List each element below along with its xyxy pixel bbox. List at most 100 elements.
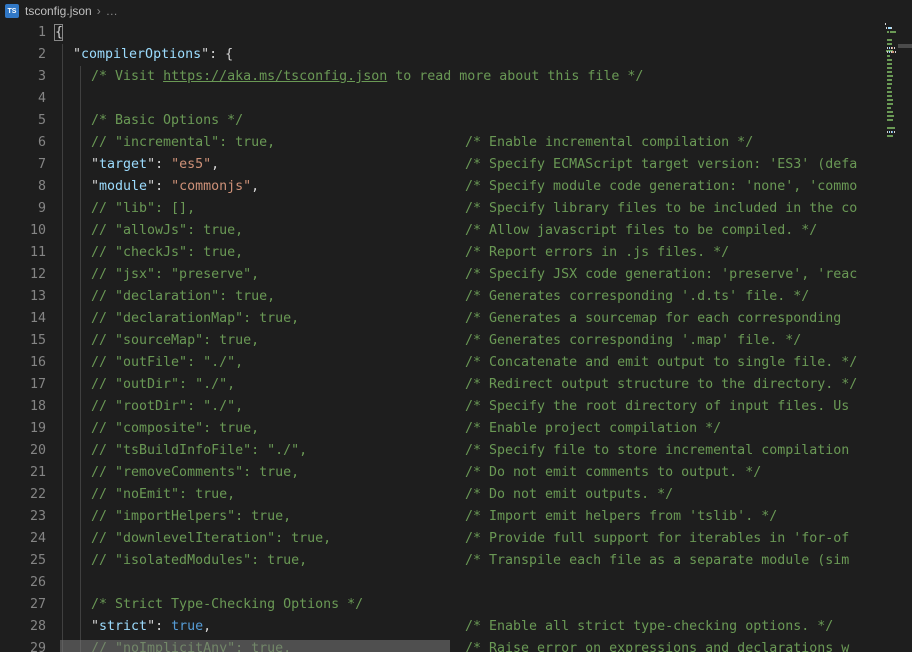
code-line[interactable]: 1{ bbox=[0, 22, 885, 44]
code-line[interactable]: 6 // "incremental": true, /* Enable increm… bbox=[0, 132, 885, 154]
minimap-line bbox=[885, 82, 898, 85]
code-text: /* Basic Options */ bbox=[91, 110, 243, 132]
indent-guide bbox=[62, 308, 63, 330]
minimap-line bbox=[885, 46, 898, 49]
code-text: // "allowJs": true, bbox=[91, 220, 243, 242]
token: " bbox=[91, 619, 100, 634]
horizontal-scrollbar-thumb[interactable] bbox=[60, 640, 450, 652]
indent-guide bbox=[80, 594, 81, 616]
code-line[interactable]: 27 /* Strict Type-Checking Options */ bbox=[0, 594, 885, 616]
trailing-comment: /* Provide full support for iterables in… bbox=[465, 531, 850, 546]
code-text: // "outFile": "./", bbox=[91, 352, 243, 374]
minimap-line bbox=[885, 22, 898, 25]
code-line[interactable]: 5 /* Basic Options */ bbox=[0, 110, 885, 132]
token: // "allowJs": true, bbox=[91, 223, 244, 238]
code-line[interactable]: 24 // "downlevelIteration": true, /* Provi… bbox=[0, 528, 885, 550]
minimap-token bbox=[887, 67, 892, 69]
code-text: /* Visit https://aka.ms/tsconfig.json to… bbox=[91, 66, 643, 88]
overview-ruler-mark bbox=[898, 85, 912, 87]
minimap-token bbox=[887, 107, 892, 109]
indent-guide bbox=[62, 330, 63, 352]
vertical-scrollbar[interactable] bbox=[898, 22, 912, 652]
minimap-token bbox=[887, 91, 892, 93]
indent-guide bbox=[62, 44, 63, 66]
code-line[interactable]: 21 // "removeComments": true, /* Do not em… bbox=[0, 462, 885, 484]
code-line[interactable]: 7 "target": "es5", /* Specify ECMAScript t… bbox=[0, 154, 885, 176]
horizontal-scrollbar[interactable] bbox=[0, 640, 885, 652]
indent-guide bbox=[80, 308, 81, 330]
indent-guide bbox=[62, 88, 63, 110]
code-text: // "isolatedModules": true, bbox=[91, 550, 307, 572]
code-text: // "removeComments": true, bbox=[91, 462, 299, 484]
indent-guide bbox=[62, 242, 63, 264]
minimap-token bbox=[887, 55, 891, 57]
overview-ruler-mark bbox=[898, 112, 912, 114]
code-text: // "jsx": "preserve", bbox=[91, 264, 259, 286]
code-line[interactable]: 22 // "noEmit": true, /* Do not emit outpu… bbox=[0, 484, 885, 506]
code-line[interactable]: 3 /* Visit https://aka.ms/tsconfig.json t… bbox=[0, 66, 885, 88]
code-line[interactable]: 11 // "checkJs": true, /* Report errors in… bbox=[0, 242, 885, 264]
breadcrumb-file[interactable]: tsconfig.json bbox=[25, 4, 92, 18]
editor-surface[interactable]: 1{2 "compilerOptions": {3/* Visit https:/… bbox=[0, 22, 912, 652]
token: // "outDir": "./", bbox=[91, 377, 236, 392]
vscode-editor-window: TS tsconfig.json › … 1{2 "compilerOptions… bbox=[0, 0, 912, 652]
code-line[interactable]: 14 // "declarationMap": true, /* Generates… bbox=[0, 308, 885, 330]
token: // "declarationMap": true, bbox=[91, 311, 300, 326]
line-number: 7 bbox=[37, 157, 46, 172]
line-number: 21 bbox=[29, 465, 46, 480]
minimap-line bbox=[885, 86, 898, 89]
indent-guide bbox=[62, 110, 63, 132]
token: ": bbox=[147, 179, 172, 194]
code-line[interactable]: 15 // "sourceMap": true, /* Generates corr… bbox=[0, 330, 885, 352]
minimap-token bbox=[887, 103, 894, 105]
code-line[interactable]: 4 bbox=[0, 88, 885, 110]
code-line[interactable]: 10 // "allowJs": true, /* Allow javascript… bbox=[0, 220, 885, 242]
code-line[interactable]: 2 "compilerOptions": { bbox=[0, 44, 885, 66]
line-number: 14 bbox=[29, 311, 46, 326]
indent-guide bbox=[62, 396, 63, 418]
trailing-comment: /* Specify module code generation: 'none… bbox=[465, 179, 858, 194]
code-line[interactable]: 19 // "composite": true, /* Enable project… bbox=[0, 418, 885, 440]
code-line[interactable]: 26 bbox=[0, 572, 885, 594]
bracket-match-box bbox=[54, 24, 63, 41]
minimap[interactable] bbox=[885, 22, 898, 652]
doc-link[interactable]: https://aka.ms/tsconfig.json bbox=[163, 69, 387, 84]
code-text: "module": "commonjs", bbox=[91, 176, 259, 198]
token: "commonjs" bbox=[171, 179, 252, 194]
overview-ruler-mark bbox=[898, 64, 912, 66]
token: // "declaration": true, bbox=[91, 289, 276, 304]
token: /* Visit bbox=[91, 69, 164, 84]
token: // "incremental": true, bbox=[91, 135, 276, 150]
minimap-line bbox=[885, 30, 898, 52]
token: ": { bbox=[201, 47, 234, 62]
line-number: 4 bbox=[37, 91, 46, 106]
code-line[interactable]: 25 // "isolatedModules": true, /* Transpil… bbox=[0, 550, 885, 572]
code-line[interactable]: 17 // "outDir": "./", /* Redirect output s… bbox=[0, 374, 885, 396]
overview-ruler-mark bbox=[898, 100, 912, 102]
line-number: 9 bbox=[37, 201, 46, 216]
token: ": bbox=[147, 157, 172, 172]
code-line[interactable]: 28 "strict": true, /* Enable all strict ty… bbox=[0, 616, 885, 638]
code-line[interactable]: 9 // "lib": [], /* Specify library files t… bbox=[0, 198, 885, 220]
code-line[interactable]: 20 // "tsBuildInfoFile": "./", /* Specify … bbox=[0, 440, 885, 462]
code-line[interactable]: 16 // "outFile": "./", /* Concatenate and … bbox=[0, 352, 885, 374]
indent-guide bbox=[80, 440, 81, 462]
code-line[interactable]: 12 // "jsx": "preserve", /* Specify JSX co… bbox=[0, 264, 885, 286]
overview-ruler-mark bbox=[898, 49, 912, 51]
indent-guide bbox=[80, 88, 81, 110]
code-line[interactable]: 8 "module": "commonjs", /* Specify module … bbox=[0, 176, 885, 198]
minimap-token bbox=[885, 23, 886, 25]
minimap-token bbox=[893, 47, 895, 49]
breadcrumb-overflow[interactable]: … bbox=[106, 4, 118, 18]
minimap-line bbox=[885, 90, 898, 93]
code-line[interactable]: 18 // "rootDir": "./", /* Specify the root… bbox=[0, 396, 885, 418]
token: " bbox=[91, 157, 100, 172]
trailing-comment: /* Do not emit comments to output. */ bbox=[465, 465, 762, 480]
indent-guide bbox=[80, 616, 81, 638]
line-number: 26 bbox=[29, 575, 46, 590]
code-line[interactable]: 23 // "importHelpers": true, /* Import emi… bbox=[0, 506, 885, 528]
minimap-token bbox=[887, 63, 892, 65]
code-text: "compilerOptions": { bbox=[73, 44, 233, 66]
code-line[interactable]: 13 // "declaration": true, /* Generates co… bbox=[0, 286, 885, 308]
line-number: 20 bbox=[29, 443, 46, 458]
